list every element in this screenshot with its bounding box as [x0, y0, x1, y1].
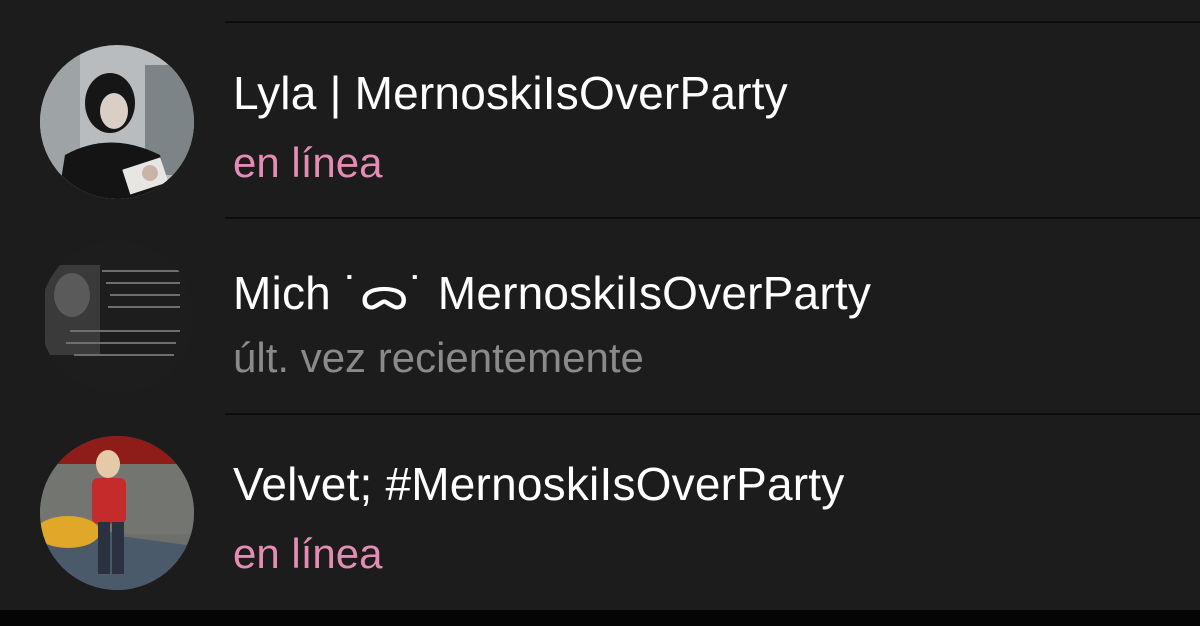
contact-row-mich[interactable]: Mich ˙ᯅ˙ MernoskiIsOverParty últ. vez re…: [0, 219, 1200, 414]
bottom-bar: [0, 610, 1200, 626]
avatar[interactable]: [40, 45, 194, 199]
contact-status: últ. vez recientemente: [233, 334, 644, 381]
contact-row-lyla[interactable]: Lyla | MernoskiIsOverParty en línea: [0, 24, 1200, 219]
contact-list: Lyla | MernoskiIsOverParty en línea Mich…: [0, 0, 1200, 610]
contact-name: Velvet; #MernoskiIsOverParty: [233, 458, 845, 510]
contact-status: en línea: [233, 139, 383, 186]
contact-name: Mich ˙ᯅ˙ MernoskiIsOverParty: [233, 267, 872, 319]
contact-status: en línea: [233, 530, 383, 577]
avatar[interactable]: [40, 436, 194, 590]
contact-row-velvet[interactable]: Velvet; #MernoskiIsOverParty en línea: [0, 415, 1200, 610]
contact-name: Lyla | MernoskiIsOverParty: [233, 67, 788, 119]
divider: [225, 21, 1200, 23]
avatar[interactable]: [40, 240, 194, 394]
